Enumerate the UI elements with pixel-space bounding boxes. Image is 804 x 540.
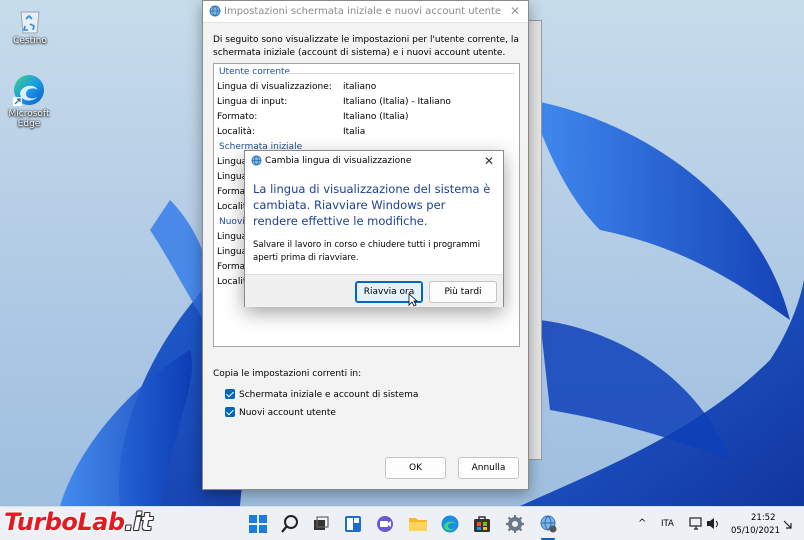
store-icon[interactable] [472, 514, 492, 534]
watermark-part-lab: Lab [77, 508, 125, 536]
row-label: Lingua di visualizzazione: [217, 82, 332, 92]
watermark-part-turbo: Turbo [4, 508, 78, 536]
row-label: Lingua [217, 232, 248, 242]
recycle-bin-icon [20, 11, 40, 34]
desktop-icon-edge[interactable]: Microsoft Edge [1, 73, 57, 129]
row-label: Località: [217, 127, 255, 137]
row-value: Italiano (Italia) [343, 112, 409, 122]
background-window-edge [529, 20, 542, 460]
start-icon[interactable] [248, 514, 268, 534]
section-title-new-accounts: Nuovi [219, 217, 245, 227]
task-view-icon[interactable] [311, 514, 331, 534]
clock-date[interactable]: 05/10/2021 [731, 526, 780, 536]
file-explorer-icon[interactable] [408, 514, 428, 534]
search-icon[interactable] [280, 514, 300, 534]
volume-icon[interactable] [706, 517, 720, 530]
language-settings-icon[interactable] [538, 514, 558, 534]
dialog-titlebar[interactable]: Cambia lingua di visualizzazione ✕ [245, 151, 503, 171]
network-icon[interactable] [689, 517, 703, 530]
turbolab-watermark-logo: TurboLab.it [4, 508, 152, 536]
dialog-main-instruction: La lingua di visualizzazione del sistema… [253, 182, 491, 228]
row-value: Italiano (Italia) - Italiano [343, 97, 451, 107]
mouse-cursor-icon [408, 293, 418, 307]
chat-icon[interactable] [375, 514, 395, 534]
clock-time[interactable]: 21:52 [751, 513, 776, 523]
globe-icon [209, 5, 221, 17]
row-value: Italia [343, 127, 366, 137]
row-label: Lingua di input: [217, 97, 288, 107]
row-label: Lingua [217, 247, 248, 257]
dialog-content-text: Salvare il lavoro in corso e chiudere tu… [253, 240, 481, 263]
dialog-title: Cambia lingua di visualizzazione [265, 156, 412, 166]
window-titlebar[interactable]: Impostazioni schermata iniziale e nuovi … [203, 1, 528, 23]
section-divider [286, 73, 514, 74]
checkbox-checked-icon[interactable] [225, 389, 235, 399]
row-value: italiano [343, 82, 377, 92]
intro-text: Di seguito sono visualizzate le impostaz… [213, 35, 519, 58]
ok-button[interactable]: OK [385, 457, 446, 479]
settings-icon[interactable] [505, 514, 525, 534]
checkbox-checked-icon[interactable] [225, 407, 235, 417]
input-language-indicator[interactable]: ITA [661, 519, 674, 529]
close-icon[interactable]: ✕ [484, 154, 494, 168]
change-language-dialog: Cambia lingua di visualizzazione ✕ La li… [244, 150, 504, 307]
window-title: Impostazioni schermata iniziale e nuovi … [224, 6, 502, 17]
row-label: Formato: [217, 112, 258, 122]
desktop-icon-label: Cestino [13, 36, 47, 46]
chevron-up-icon[interactable]: ^ [638, 518, 646, 529]
edge-icon[interactable] [440, 514, 460, 534]
checkbox-label: Schermata iniziale e account di sistema [239, 390, 419, 400]
edge-icon [13, 75, 44, 106]
widgets-icon[interactable] [343, 514, 363, 534]
checkbox-label: Nuovi account utente [239, 408, 336, 418]
checkbox-welcome-screen[interactable]: Schermata iniziale e account di sistema [225, 389, 418, 400]
desktop-icon-label: Microsoft Edge [8, 109, 50, 129]
section-title-current-user: Utente corrente [219, 67, 291, 77]
row-label: Lingua [217, 172, 248, 182]
checkbox-new-accounts[interactable]: Nuovi account utente [225, 407, 336, 418]
watermark-part-it: .it [124, 508, 153, 536]
copy-settings-label: Copia le impostazioni correnti in: [213, 369, 362, 379]
notification-icon[interactable] [782, 519, 794, 531]
globe-icon [251, 155, 262, 166]
desktop-icon-recycle-bin[interactable]: Cestino [2, 6, 58, 46]
cancel-button[interactable]: Annulla [458, 457, 519, 479]
row-label: Lingua [217, 157, 248, 167]
dialog-footer: Riavvia ora Più tardi [245, 274, 503, 307]
close-icon[interactable]: ✕ [510, 4, 520, 18]
later-button[interactable]: Più tardi [429, 281, 497, 303]
